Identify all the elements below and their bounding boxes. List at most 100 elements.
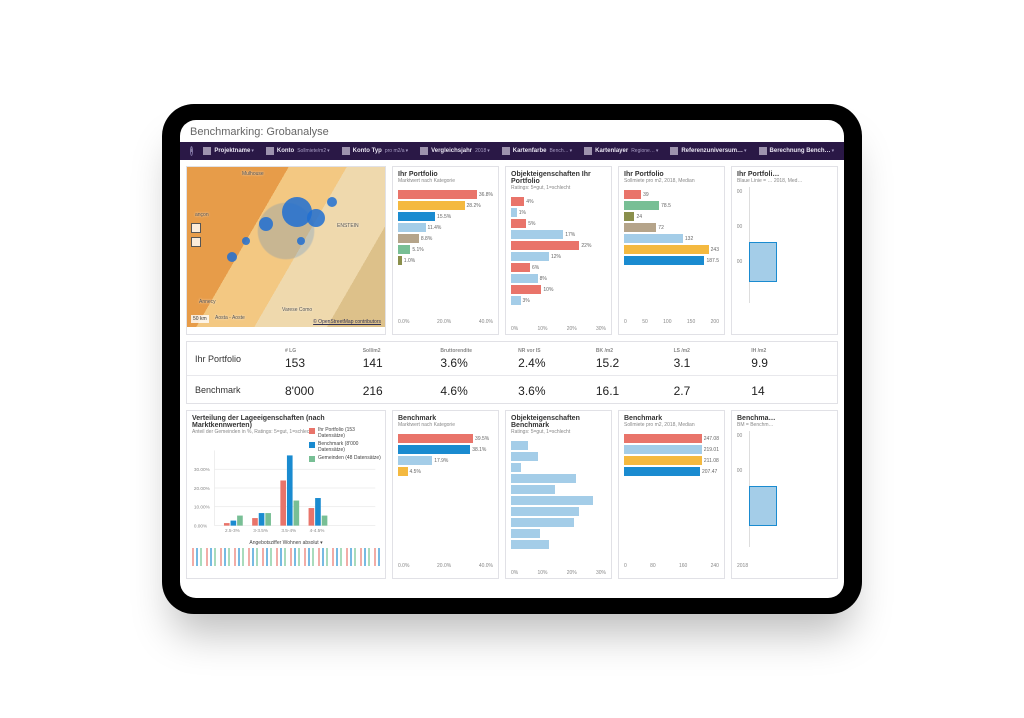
chevron-down-icon: ▾: [832, 148, 835, 154]
axis-tick: 0.0%: [398, 319, 409, 325]
panel-sub: Ratings: 5=gut, 1=schlecht: [511, 429, 606, 435]
bar-row: 1%: [511, 207, 606, 218]
bar-value: 39.5%: [475, 436, 489, 442]
chevron-down-icon: ▾: [327, 148, 330, 154]
cell-value: 141: [363, 356, 441, 370]
bar-value: 8.8%: [421, 236, 432, 242]
bar-row: [511, 451, 606, 462]
bar-row: [511, 495, 606, 506]
bar-row: [511, 473, 606, 484]
axis-tick: 300: [737, 224, 742, 230]
hbar-panel: Benchma…BM = Benchm…4002002018: [731, 410, 838, 579]
col-header: NR vor IS: [518, 348, 596, 354]
bar-row: 247.08: [624, 433, 719, 444]
axis-tick: 400: [737, 189, 742, 195]
bar-row: 39.5%: [398, 433, 493, 444]
info-icon[interactable]: i: [190, 146, 193, 156]
bars-icon: [759, 147, 767, 155]
axis-tick: 30%: [596, 570, 606, 576]
axis-x: 050100150200: [624, 317, 719, 325]
cell-value: 3.6%: [440, 356, 518, 370]
bar-value: 207.47: [702, 469, 717, 475]
stats-cell: 216: [363, 382, 441, 398]
axis-tick: 0.0%: [398, 563, 409, 569]
bar: [511, 208, 517, 217]
row-name: Benchmark: [195, 385, 285, 395]
bar-value: 3%: [523, 298, 530, 304]
bar: [398, 467, 408, 476]
bar-row: 11.4%: [398, 222, 493, 233]
bar-value: 187.5: [706, 258, 719, 264]
filter-vergleichsjahr[interactable]: Vergleichsjahr2018▾: [418, 146, 492, 156]
bar-row: 3%: [511, 295, 606, 306]
bar: [398, 201, 465, 210]
panel-sub: BM = Benchm…: [737, 422, 837, 428]
bar-value: 247.08: [704, 436, 719, 442]
filter-berechnung-bench-[interactable]: Berechnung Bench…▾: [757, 146, 837, 156]
bar-value: 15.5%: [437, 214, 451, 220]
filter-kartenlayer[interactable]: KartenlayerRegione…▾: [582, 146, 660, 156]
svg-text:10.00%: 10.00%: [194, 505, 210, 510]
bar-row: 17%: [511, 229, 606, 240]
hbar-panel: Ihr PortfolioSollmiete pro m2, 2018, Med…: [618, 166, 725, 335]
bar-row: 5.1%: [398, 244, 493, 255]
filter-referenzuniversum-[interactable]: Referenzuniversum…▾: [668, 146, 748, 156]
panel-sub: Sollmiete pro m2, 2018, Median: [624, 178, 719, 184]
panel-sub: Ratings: 5=gut, 1=schlecht: [511, 185, 606, 191]
chevron-down-icon: ▾: [570, 148, 573, 154]
svg-text:20.00%: 20.00%: [194, 486, 210, 491]
bar-row: 28.2%: [398, 200, 493, 211]
bar: [511, 463, 521, 472]
stats-cell: NR vor IS2.4%: [518, 348, 596, 370]
bar: [511, 507, 579, 516]
bar-row: 72: [624, 222, 719, 233]
filter-projektname[interactable]: Projektname▾: [201, 146, 256, 156]
map-panel[interactable]: Mulhouse ançon ENSTEIN Annecy Varese Com…: [186, 166, 386, 335]
bar: [624, 434, 702, 443]
bar-row: [511, 528, 606, 539]
map-attribution[interactable]: © OpenStreetMap contributors: [313, 319, 381, 325]
bar-row: 5%: [511, 218, 606, 229]
map-canvas[interactable]: Mulhouse ançon ENSTEIN Annecy Varese Com…: [187, 167, 385, 327]
filter-label: Konto: [277, 148, 294, 154]
bar-row: 8.8%: [398, 233, 493, 244]
axis-tick: 20.0%: [437, 319, 451, 325]
cell-value: 153: [285, 356, 363, 370]
bar-value: 22%: [581, 243, 591, 249]
filter-label: Berechnung Bench…: [770, 148, 831, 154]
cell-value: 2.7: [674, 384, 752, 398]
chevron-down-icon: ▾: [744, 148, 747, 154]
col-header: Bruttorendite: [440, 348, 518, 354]
filter-label: Konto Typ: [353, 148, 382, 154]
map-label: Annecy: [199, 299, 216, 305]
col-header: IH /m2: [751, 348, 829, 354]
bar-value: 11.4%: [428, 225, 442, 231]
bars-icon: [420, 147, 428, 155]
hbar-chart: 36.8%28.2%15.5%11.4%8.8%5.1%1.0%: [398, 187, 493, 317]
filter-label: Kartenfarbe: [513, 148, 547, 154]
panel-title: Ihr Portfoli…: [737, 171, 837, 178]
filter-konto[interactable]: KontoSollmiete/m2▾: [264, 146, 332, 156]
hbar-panel: Ihr Portfoli…Blaue Linie = … 2018, Med…4…: [731, 166, 838, 335]
map-zoom-controls[interactable]: [191, 223, 201, 247]
svg-text:30.00%: 30.00%: [194, 467, 210, 472]
bar: [624, 201, 659, 210]
panel-title: Ihr Portfolio: [624, 171, 719, 178]
hbar-chart: 4%1%5%17%22%12%6%8%10%3%: [511, 194, 606, 324]
map-label: Aosta - Aoste: [215, 315, 245, 321]
axis-tick: 0%: [511, 570, 518, 576]
bar-value: 5.1%: [412, 247, 423, 253]
stats-cell: 8'000: [285, 382, 363, 398]
filter-konto-typ[interactable]: Konto Typpro m2/a▾: [340, 146, 410, 156]
bar-row: 17.9%: [398, 455, 493, 466]
mini-preview-chart: [192, 548, 380, 566]
axis-tick: 0: [624, 319, 627, 325]
bar-value: 132: [685, 236, 693, 242]
bar-value: 8%: [540, 276, 547, 282]
filter-kartenfarbe[interactable]: KartenfarbeBench…▾: [500, 146, 574, 156]
distribution-selector[interactable]: Angebotsziffer Wohnen absolut ▾: [192, 540, 380, 546]
bar: [511, 241, 579, 250]
legend-item: Gemeinden (48 Datensätze): [309, 455, 381, 462]
axis-tick: 30%: [596, 326, 606, 332]
bar-value: 1%: [519, 210, 526, 216]
